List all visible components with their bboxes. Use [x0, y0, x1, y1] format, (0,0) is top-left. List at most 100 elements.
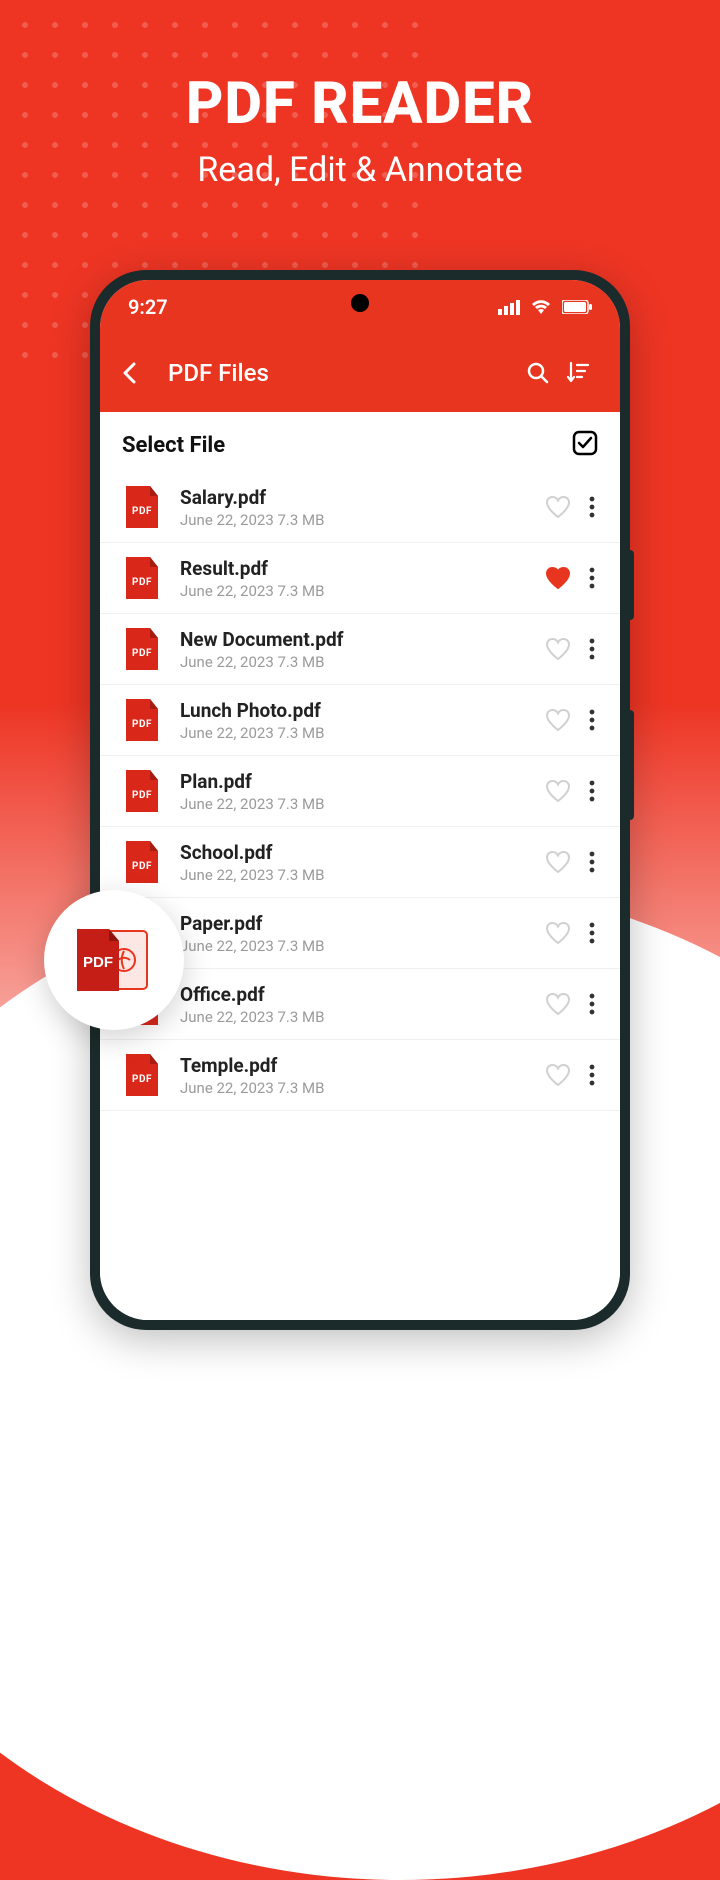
- file-row[interactable]: PDF School.pdf June 22, 2023 7.3 MB: [100, 827, 620, 898]
- file-meta: Plan.pdf June 22, 2023 7.3 MB: [180, 770, 538, 813]
- file-name: Paper.pdf: [180, 912, 538, 935]
- heart-icon: [545, 637, 571, 661]
- cellular-signal-icon: [498, 299, 520, 315]
- heart-icon: [545, 708, 571, 732]
- more-options-button[interactable]: [578, 638, 606, 660]
- app-header: PDF Files: [100, 334, 620, 412]
- favorite-button[interactable]: [538, 1063, 578, 1087]
- more-options-button[interactable]: [578, 567, 606, 589]
- pdf-file-icon: PDF: [122, 697, 162, 743]
- pdf-app-badge: PDF: [44, 890, 184, 1030]
- kebab-icon: [589, 780, 595, 802]
- select-file-row: Select File: [100, 412, 620, 472]
- file-name: Lunch Photo.pdf: [180, 699, 538, 722]
- heart-icon: [545, 850, 571, 874]
- file-subtitle: June 22, 2023 7.3 MB: [180, 1079, 538, 1097]
- select-all-button[interactable]: [572, 430, 598, 460]
- file-meta: Paper.pdf June 22, 2023 7.3 MB: [180, 912, 538, 955]
- pdf-badge-text: PDF: [122, 790, 162, 801]
- file-row[interactable]: PDF Plan.pdf June 22, 2023 7.3 MB: [100, 756, 620, 827]
- file-subtitle: June 22, 2023 7.3 MB: [180, 653, 538, 671]
- more-options-button[interactable]: [578, 709, 606, 731]
- more-options-button[interactable]: [578, 496, 606, 518]
- promo-text: PDF READER Read, Edit & Annotate: [0, 70, 720, 190]
- more-options-button[interactable]: [578, 851, 606, 873]
- search-button[interactable]: [518, 361, 558, 385]
- file-subtitle: June 22, 2023 7.3 MB: [180, 1008, 538, 1026]
- file-subtitle: June 22, 2023 7.3 MB: [180, 937, 538, 955]
- file-subtitle: June 22, 2023 7.3 MB: [180, 795, 538, 813]
- status-time: 9:27: [128, 295, 168, 319]
- pdf-badge-text: PDF: [122, 719, 162, 730]
- promo-title: PDF READER: [0, 70, 720, 138]
- wifi-icon: [530, 299, 552, 315]
- pdf-file-icon: PDF: [122, 626, 162, 672]
- pdf-badge-label: PDF: [83, 954, 113, 971]
- file-name: Temple.pdf: [180, 1054, 538, 1077]
- search-icon: [526, 361, 550, 385]
- select-file-label: Select File: [122, 433, 225, 458]
- file-row[interactable]: PDF Temple.pdf June 22, 2023 7.3 MB: [100, 1040, 620, 1111]
- kebab-icon: [589, 851, 595, 873]
- file-meta: New Document.pdf June 22, 2023 7.3 MB: [180, 628, 538, 671]
- file-meta: School.pdf June 22, 2023 7.3 MB: [180, 841, 538, 884]
- sort-button[interactable]: [558, 361, 598, 385]
- file-meta: Lunch Photo.pdf June 22, 2023 7.3 MB: [180, 699, 538, 742]
- pdf-badge-text: PDF: [122, 861, 162, 872]
- phone-camera-punchhole: [351, 294, 369, 312]
- file-meta: Salary.pdf June 22, 2023 7.3 MB: [180, 486, 538, 529]
- checkbox-checked-icon: [572, 430, 598, 456]
- kebab-icon: [589, 638, 595, 660]
- pdf-file-icon: PDF: [122, 1052, 162, 1098]
- pdf-badge-text: PDF: [122, 648, 162, 659]
- favorite-button[interactable]: [538, 566, 578, 590]
- pdf-badge-text: PDF: [122, 577, 162, 588]
- chevron-left-icon: [122, 362, 136, 384]
- file-row[interactable]: PDF Lunch Photo.pdf June 22, 2023 7.3 MB: [100, 685, 620, 756]
- pdf-badge-text: PDF: [122, 1074, 162, 1085]
- favorite-button[interactable]: [538, 921, 578, 945]
- pdf-file-icon: PDF: [122, 768, 162, 814]
- favorite-button[interactable]: [538, 779, 578, 803]
- heart-icon: [545, 779, 571, 803]
- heart-icon: [545, 992, 571, 1016]
- phone-side-button: [630, 710, 634, 820]
- file-subtitle: June 22, 2023 7.3 MB: [180, 582, 538, 600]
- kebab-icon: [589, 1064, 595, 1086]
- heart-icon: [545, 1063, 571, 1087]
- heart-icon: [545, 921, 571, 945]
- file-row[interactable]: PDF Salary.pdf June 22, 2023 7.3 MB: [100, 472, 620, 543]
- kebab-icon: [589, 496, 595, 518]
- file-name: Plan.pdf: [180, 770, 538, 793]
- more-options-button[interactable]: [578, 1064, 606, 1086]
- more-options-button[interactable]: [578, 993, 606, 1015]
- phone-side-button: [630, 550, 634, 620]
- file-row[interactable]: PDF New Document.pdf June 22, 2023 7.3 M…: [100, 614, 620, 685]
- file-meta: Result.pdf June 22, 2023 7.3 MB: [180, 557, 538, 600]
- file-subtitle: June 22, 2023 7.3 MB: [180, 866, 538, 884]
- favorite-button[interactable]: [538, 850, 578, 874]
- more-options-button[interactable]: [578, 780, 606, 802]
- favorite-button[interactable]: [538, 992, 578, 1016]
- header-title: PDF Files: [168, 359, 518, 387]
- file-meta: Temple.pdf June 22, 2023 7.3 MB: [180, 1054, 538, 1097]
- pdf-file-icon: PDF: [122, 555, 162, 601]
- back-button[interactable]: [122, 362, 154, 384]
- file-meta: Office.pdf June 22, 2023 7.3 MB: [180, 983, 538, 1026]
- favorite-button[interactable]: [538, 495, 578, 519]
- favorite-button[interactable]: [538, 708, 578, 732]
- file-row[interactable]: PDF Result.pdf June 22, 2023 7.3 MB: [100, 543, 620, 614]
- file-name: Office.pdf: [180, 983, 538, 1006]
- more-options-button[interactable]: [578, 922, 606, 944]
- file-name: New Document.pdf: [180, 628, 538, 651]
- pdf-badge-text: PDF: [122, 506, 162, 517]
- favorite-button[interactable]: [538, 637, 578, 661]
- file-list: PDF Salary.pdf June 22, 2023 7.3 MB PDF: [100, 472, 620, 1111]
- file-name: Result.pdf: [180, 557, 538, 580]
- pdf-file-icon: PDF: [122, 839, 162, 885]
- promo-subtitle: Read, Edit & Annotate: [0, 150, 720, 190]
- file-list-content: Select File PDF Salary.pdf June 22, 2023…: [100, 412, 620, 1320]
- kebab-icon: [589, 993, 595, 1015]
- kebab-icon: [589, 567, 595, 589]
- kebab-icon: [589, 709, 595, 731]
